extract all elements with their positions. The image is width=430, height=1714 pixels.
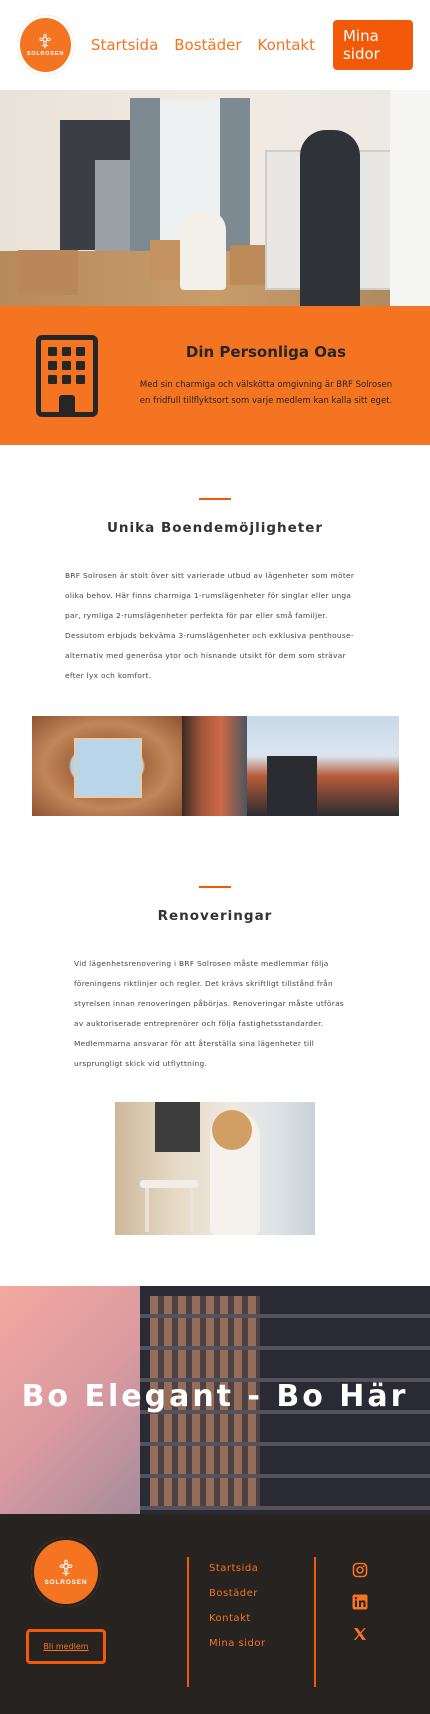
main-nav: Startsida Bostäder Kontakt Mina sidor bbox=[91, 20, 413, 70]
linkedin-icon[interactable] bbox=[352, 1594, 368, 1610]
accent-divider bbox=[199, 498, 231, 500]
section-title: Renoveringar bbox=[157, 908, 273, 924]
site-footer: SOLROSEN Bli medlem Startsida Bostäder K… bbox=[0, 1514, 430, 1714]
section-title: Unika Boendemöjligheter bbox=[106, 520, 324, 536]
gallery-image-courtyard bbox=[31, 716, 182, 816]
nav-kontakt[interactable]: Kontakt bbox=[258, 36, 315, 54]
housing-gallery bbox=[31, 716, 399, 816]
logo-text: SOLROSEN bbox=[26, 51, 65, 57]
nav-startsida[interactable]: Startsida bbox=[91, 36, 158, 54]
renovations-section: Renoveringar Vid lägenhetsrenovering i B… bbox=[0, 816, 430, 1235]
band-title: Din Personliga Oas bbox=[185, 342, 347, 361]
site-header: SOLROSEN Startsida Bostäder Kontakt Mina… bbox=[0, 0, 430, 90]
logo-text: SOLROSEN bbox=[44, 1578, 88, 1586]
join-button[interactable]: Bli medlem bbox=[26, 1629, 106, 1664]
sunflower-icon bbox=[59, 1559, 73, 1576]
footer-nav: Startsida Bostäder Kontakt Mina sidor bbox=[209, 1562, 266, 1662]
band-body: Med sin charmiga och välskötta omgivning… bbox=[139, 379, 393, 406]
building-icon bbox=[36, 334, 98, 417]
footer-link-bostader[interactable]: Bostäder bbox=[209, 1587, 266, 1612]
mina-sidor-button[interactable]: Mina sidor bbox=[332, 20, 413, 70]
unique-housing-section: Unika Boendemöjligheter BRF Solrosen är … bbox=[0, 445, 430, 816]
footer-divider bbox=[314, 1557, 316, 1687]
section-body: Vid lägenhetsrenovering i BRF Solrosen m… bbox=[74, 959, 345, 1068]
section-body: BRF Solrosen är stolt över sitt varierad… bbox=[65, 571, 355, 680]
x-icon[interactable] bbox=[352, 1626, 368, 1642]
slogan-banner: Bo Elegant - Bo Här bbox=[0, 1286, 430, 1514]
social-links bbox=[352, 1562, 368, 1658]
nav-bostader[interactable]: Bostäder bbox=[174, 36, 241, 54]
accent-divider bbox=[199, 886, 231, 888]
instagram-icon[interactable] bbox=[352, 1562, 368, 1578]
footer-logo[interactable]: SOLROSEN bbox=[31, 1537, 101, 1607]
hero-image-moving-in bbox=[0, 90, 430, 306]
intro-band: Din Personliga Oas Med sin charmiga och … bbox=[0, 306, 430, 445]
sunflower-icon bbox=[39, 33, 52, 49]
footer-link-mina-sidor[interactable]: Mina sidor bbox=[209, 1637, 266, 1662]
banner-title: Bo Elegant - Bo Här bbox=[21, 1379, 409, 1414]
gallery-image-modern-building bbox=[246, 716, 399, 816]
solrosen-logo[interactable]: SOLROSEN bbox=[17, 15, 74, 75]
renovation-image bbox=[115, 1102, 315, 1235]
footer-link-kontakt[interactable]: Kontakt bbox=[209, 1612, 266, 1637]
footer-link-startsida[interactable]: Startsida bbox=[209, 1562, 266, 1587]
footer-divider bbox=[187, 1557, 189, 1687]
gallery-image-facade bbox=[181, 716, 247, 816]
